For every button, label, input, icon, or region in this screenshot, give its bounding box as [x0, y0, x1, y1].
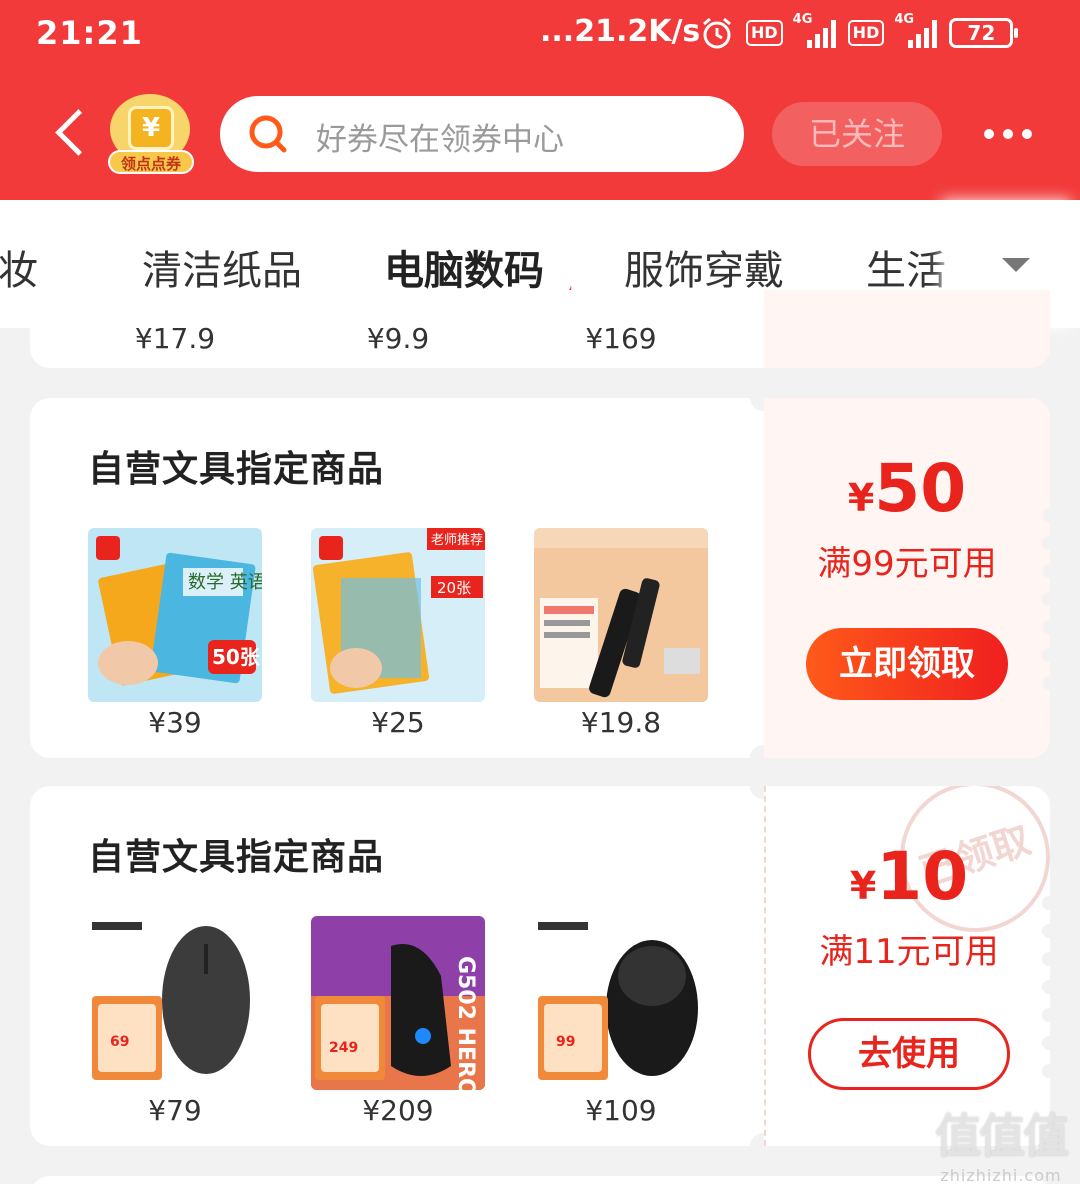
card-products-area: 自营文具指定商品 69 ¥79 G502 HERO 249 ¥209 99 ¥1… — [30, 786, 762, 1146]
product-price: ¥169 — [585, 322, 657, 355]
coupon-amount-value: 10 — [876, 838, 969, 915]
coupon-amount: ¥10 — [766, 838, 1050, 915]
more-dot-icon — [984, 129, 994, 139]
product-item[interactable]: ¥19.8 — [534, 528, 708, 739]
search-placeholder: 好券尽在领券中心 — [316, 122, 564, 158]
search-icon — [249, 115, 287, 153]
product-image: 69 — [88, 916, 262, 1090]
use-now-button[interactable]: 去使用 — [808, 1018, 1010, 1090]
card-coupon-area — [764, 290, 1050, 368]
product-item[interactable]: 69 ¥79 — [88, 916, 262, 1127]
product-price: ¥25 — [371, 706, 425, 739]
status-bar: 21:21 ...21.2K/s HD 4G HD 4G 72 — [0, 0, 1080, 68]
hd-icon: HD — [847, 20, 885, 46]
tab-apparel[interactable]: 服饰穿戴 — [624, 238, 784, 296]
svg-text:老师推荐: 老师推荐 — [431, 533, 483, 548]
svg-text:50张: 50张 — [212, 645, 261, 669]
coupon-points-badge[interactable]: ¥ 领点点券 — [108, 94, 194, 178]
coupon-card-partial: ¥17.9 ¥9.9 ¥169 — [30, 290, 1050, 368]
product-image: 数学 英语 50张 — [88, 528, 262, 702]
chevron-down-icon[interactable] — [1002, 258, 1030, 272]
product-price: ¥17.9 — [134, 322, 216, 355]
more-dot-icon — [1022, 129, 1032, 139]
site-watermark: 值值值 zhizhizhi.com — [926, 1100, 1076, 1184]
status-time: 21:21 — [36, 14, 143, 52]
card-products-area: ¥17.9 ¥9.9 ¥169 — [30, 290, 762, 368]
follow-button[interactable]: 已关注 — [772, 102, 942, 166]
card-coupon-area: ¥50 满99元可用 立即领取 — [764, 398, 1050, 758]
ticket-edge-dots — [1042, 896, 1050, 1092]
svg-text:99: 99 — [556, 1034, 575, 1050]
product-image: G502 HERO 249 — [311, 916, 485, 1090]
claim-now-button[interactable]: 立即领取 — [806, 628, 1008, 700]
product-price: ¥79 — [148, 1094, 202, 1127]
coin-icon: ¥ — [128, 106, 174, 150]
coupon-condition: 满99元可用 — [817, 544, 997, 584]
coupon-condition: 满11元可用 — [819, 932, 999, 972]
status-icons: HD 4G HD 4G 72 — [700, 12, 1019, 50]
product-item[interactable]: 老师推荐 20张 ¥25 — [311, 528, 485, 739]
currency-symbol: ¥ — [847, 476, 875, 520]
ticket-edge-dots — [1042, 508, 1050, 704]
network-speed: ...21.2K/s — [540, 14, 701, 49]
product-price: ¥109 — [585, 1094, 657, 1127]
header-bar: 21:21 ...21.2K/s HD 4G HD 4G 72 ¥ 领点点券 好… — [0, 0, 1080, 200]
product-item[interactable]: 99 ¥109 — [534, 916, 708, 1127]
product-item[interactable]: G502 HERO 249 ¥209 — [311, 916, 485, 1127]
alarm-icon — [703, 17, 731, 49]
product-price: ¥9.9 — [366, 322, 430, 355]
signal-icon: 4G — [793, 12, 836, 48]
tab-life[interactable]: 生活 — [866, 238, 946, 296]
watermark-url: zhizhizhi.com — [940, 1166, 1062, 1184]
coupon-scope-title: 自营文具指定商品 — [88, 449, 385, 490]
product-price: ¥209 — [362, 1094, 434, 1127]
coupon-card-partial — [30, 1176, 1050, 1184]
product-price: ¥19.8 — [580, 706, 662, 739]
coupon-card: 自营文具指定商品 数学 英语 50张 ¥39 老师推荐 20张 ¥25 ¥19.… — [30, 398, 1050, 758]
signal-icon: 4G — [894, 12, 938, 48]
more-menu-button[interactable] — [984, 116, 1040, 152]
product-price: ¥39 — [148, 706, 202, 739]
badge-label: 领点点券 — [108, 150, 194, 174]
svg-text:G502 HERO: G502 HERO — [453, 956, 478, 1090]
svg-text:69: 69 — [110, 1034, 129, 1050]
battery-icon: 72 — [949, 18, 1019, 48]
card-products-area: 自营文具指定商品 数学 英语 50张 ¥39 老师推荐 20张 ¥25 ¥19.… — [30, 398, 762, 758]
card-coupon-area: 已领取 ¥10 满11元可用 去使用 — [764, 786, 1050, 1146]
search-bar[interactable]: 好券尽在领券中心 — [220, 96, 744, 172]
svg-text:20张: 20张 — [437, 579, 471, 597]
battery-level: 72 — [967, 21, 996, 45]
network-type-label: 4G — [792, 12, 813, 27]
coupon-card: 自营文具指定商品 69 ¥79 G502 HERO 249 ¥209 99 ¥1… — [30, 786, 1050, 1146]
currency-symbol: ¥ — [849, 864, 877, 908]
product-item[interactable]: 数学 英语 50张 ¥39 — [88, 528, 262, 739]
product-image: 99 — [534, 916, 708, 1090]
watermark-logo: 值值值 — [935, 1109, 1069, 1163]
hd-icon: HD — [746, 20, 783, 46]
back-button[interactable] — [48, 104, 98, 164]
coupon-amount: ¥50 — [764, 450, 1050, 527]
coupon-scope-title: 自营文具指定商品 — [88, 837, 385, 878]
more-dot-icon — [1003, 129, 1013, 139]
product-image: 老师推荐 20张 — [311, 528, 485, 702]
tab-computer-digital[interactable]: 电脑数码 — [384, 238, 544, 296]
product-image — [534, 528, 708, 702]
tab-cleaning-paper[interactable]: 清洁纸品 — [142, 238, 302, 296]
svg-text:249: 249 — [329, 1040, 358, 1056]
svg-text:数学 英语: 数学 英语 — [188, 572, 262, 593]
network-type-label: 4G — [894, 12, 915, 27]
coupon-amount-value: 50 — [874, 450, 967, 527]
tab-makeup[interactable]: 化妆 — [0, 238, 38, 296]
